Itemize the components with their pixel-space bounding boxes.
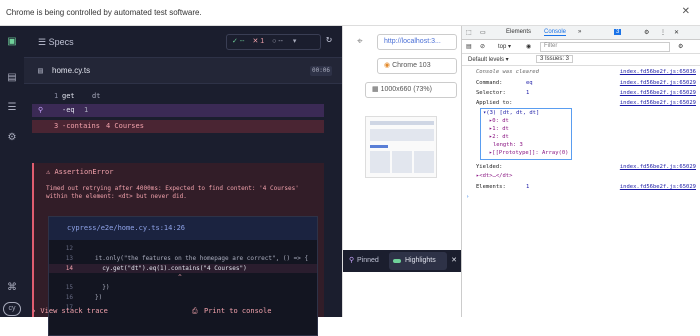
context-selector[interactable]: top ▾ (498, 43, 511, 50)
console-prompt[interactable]: › (466, 193, 698, 202)
source-link[interactable]: index.fd56be2f.js:65029 (620, 89, 696, 98)
print-to-console-button[interactable]: Print to console (204, 307, 271, 315)
issues-button[interactable]: 3 Issues: 3 (536, 55, 574, 63)
app-preview (365, 116, 437, 178)
console-line: Yielded: index.fd56be2f.js:65029 (476, 163, 696, 172)
preview-header (370, 121, 434, 125)
close-icon[interactable]: ✕ (674, 29, 679, 36)
automation-infobar: Chrome is being controlled by automated … (0, 0, 700, 26)
pending-count: ○ -- (272, 38, 283, 45)
dropdown-icon[interactable]: ▾ (293, 38, 297, 45)
print-icon: ⎙ (192, 307, 198, 315)
code-line: 15 }) (65, 284, 110, 291)
view-stack-trace-link[interactable]: › View stack trace (32, 307, 108, 315)
spec-file-header: ▤ home.cy.ts 00:06 (24, 58, 342, 84)
preview-card (392, 151, 412, 173)
filter-input[interactable]: Filter (540, 42, 670, 52)
console-line: Selector: 1 index.fd56be2f.js:65029 (476, 89, 696, 98)
error-message: Timed out retrying after 4000ms: Expecte… (46, 185, 299, 200)
yielded-value[interactable]: ▸<dt>…</dt> (476, 172, 700, 181)
viewport-icon: ▦ (372, 86, 381, 93)
close-icon[interactable]: ✕ (451, 250, 457, 272)
devtools-tabs: ⬚ ▭ Elements Console » 3 ⚙ ⋮ ✕ (462, 26, 700, 40)
shortcuts-icon[interactable]: ⌘ (6, 282, 18, 294)
command-row-pinned[interactable]: ⚲ -eq 1 (32, 104, 324, 117)
code-line: ^ (95, 274, 182, 281)
selector-playground-icon[interactable]: ⌖ (357, 36, 363, 47)
console-line: Console was cleared index.fd56be2f.js:65… (476, 68, 696, 77)
runs-icon[interactable]: ▤ (6, 72, 18, 84)
test-stats: ✓ -- ✕ 1 ○ -- ▾ (226, 34, 321, 50)
console-line: Command: eq index.fd56be2f.js:65029 (476, 79, 696, 88)
console-line: Applied to: index.fd56be2f.js:65029 (476, 99, 696, 108)
console-levels-bar: Default levels ▾ 3 Issues: 3 (462, 54, 700, 66)
console-line: Elements: 1 index.fd56be2f.js:65029 (476, 183, 696, 192)
inspect-icon[interactable]: ⬚ (466, 29, 472, 36)
code-line-highlighted: 14 cy.get("dt").eq(1).contains("4 Course… (49, 264, 317, 273)
code-line: 13 it.only("the features on the homepage … (65, 255, 309, 262)
devtools-panel: ⬚ ▭ Elements Console » 3 ⚙ ⋮ ✕ ▤ ⊘ top ▾… (461, 26, 700, 317)
array-tree[interactable]: ▾(3) [dt, dt, dt] ▸0: dt ▸1: dt ▸2: dt l… (480, 108, 572, 160)
assertion-error-panel: ⚠ AssertionError Timed out retrying afte… (32, 163, 324, 336)
browser-selector[interactable]: ◉ Chrome 103 (377, 58, 457, 74)
tab-elements[interactable]: Elements (506, 29, 531, 35)
left-nav-rail: ▣ ▤ ☰ ⚙ ⌘ cy (0, 26, 24, 317)
test-duration: 00:06 (310, 66, 332, 76)
url-bar[interactable]: http://localhost:3... (377, 34, 457, 50)
source-link[interactable]: index.fd56be2f.js:65029 (620, 99, 696, 108)
pinned-label: Pinned (357, 257, 379, 264)
source-link[interactable]: index.fd56be2f.js:65029 (620, 163, 696, 172)
infobar-text: Chrome is being controlled by automated … (6, 8, 202, 17)
specs-list-icon[interactable]: ☰ (6, 102, 18, 114)
logo-icon[interactable]: ▣ (6, 36, 18, 48)
source-link[interactable]: index.fd56be2f.js:65029 (620, 79, 696, 88)
settings-icon[interactable]: ⚙ (6, 132, 18, 144)
cypress-logo: cy (3, 302, 21, 316)
issues-badge[interactable]: 3 (614, 29, 622, 35)
clear-console-icon[interactable]: ⊘ (480, 43, 485, 50)
eye-icon[interactable]: ◉ (526, 43, 531, 50)
pin-icon: ⚲ (349, 257, 355, 264)
pin-icon: ⚲ (38, 106, 44, 114)
app-under-test-panel: ⌖ http://localhost:3... ◉ Chrome 103 ▦ 1… (342, 26, 461, 317)
spec-file-name[interactable]: home.cy.ts (52, 66, 90, 75)
preview-highlight (370, 145, 388, 148)
source-link[interactable]: index.fd56be2f.js:65036 (620, 68, 696, 77)
console-toolbar: ▤ ⊘ top ▾ ◉ Filter ⚙ (462, 40, 700, 54)
highlights-toggle[interactable]: Highlights (389, 252, 447, 270)
reload-icon[interactable]: ↻ (326, 34, 332, 45)
preview-card (414, 151, 434, 173)
error-footer: › View stack trace ⎙ Print to console (32, 307, 324, 317)
error-title: ⚠ AssertionError (46, 168, 114, 176)
pinned-bar: ⚲ Pinned Highlights ✕ (343, 250, 461, 272)
specs-toggle[interactable]: ☰ Specs (38, 37, 74, 48)
command-log-panel: ☰ Specs ✓ -- ✕ 1 ○ -- ▾ ↻ ▤ home.cy.ts 0… (24, 26, 342, 336)
gear-icon[interactable]: ⚙ (678, 43, 683, 50)
code-frame: cypress/e2e/home.cy.ts:14:26 12 13 it.onl… (48, 216, 318, 336)
sidebar-icon[interactable]: ▤ (466, 43, 472, 50)
close-icon[interactable]: ✕ (682, 6, 690, 17)
device-toggle-icon[interactable]: ▭ (480, 29, 486, 36)
code-line: 16}) (65, 294, 103, 301)
preview-hero (370, 129, 434, 141)
levels-dropdown[interactable]: Default levels ▾ (468, 56, 509, 63)
code-frame-path[interactable]: cypress/e2e/home.cy.ts:14:26 (49, 217, 317, 240)
passed-count: ✓ -- (232, 38, 245, 45)
failed-count: ✕ 1 (252, 38, 265, 45)
more-tabs[interactable]: » (578, 29, 581, 35)
gear-icon[interactable]: ⚙ (644, 29, 649, 36)
tab-console[interactable]: Console (544, 29, 567, 36)
code-line: 12 (65, 245, 73, 252)
source-link[interactable]: index.fd56be2f.js:65029 (620, 183, 696, 192)
command-row-failed[interactable]: 3 -contains 4 Courses (32, 120, 324, 133)
reporter-header: ☰ Specs ✓ -- ✕ 1 ○ -- ▾ ↻ (24, 26, 342, 58)
chrome-icon: ◉ (384, 62, 393, 69)
kebab-icon[interactable]: ⋮ (660, 29, 666, 36)
viewport-size[interactable]: ▦ 1000x660 (73%) (365, 82, 457, 98)
sidebar-toggle-icon: ☰ (38, 37, 49, 47)
toggle-switch (393, 259, 401, 263)
command-row[interactable]: 1 get dt (32, 90, 324, 103)
preview-card (370, 151, 390, 173)
file-icon: ▤ (38, 66, 43, 75)
